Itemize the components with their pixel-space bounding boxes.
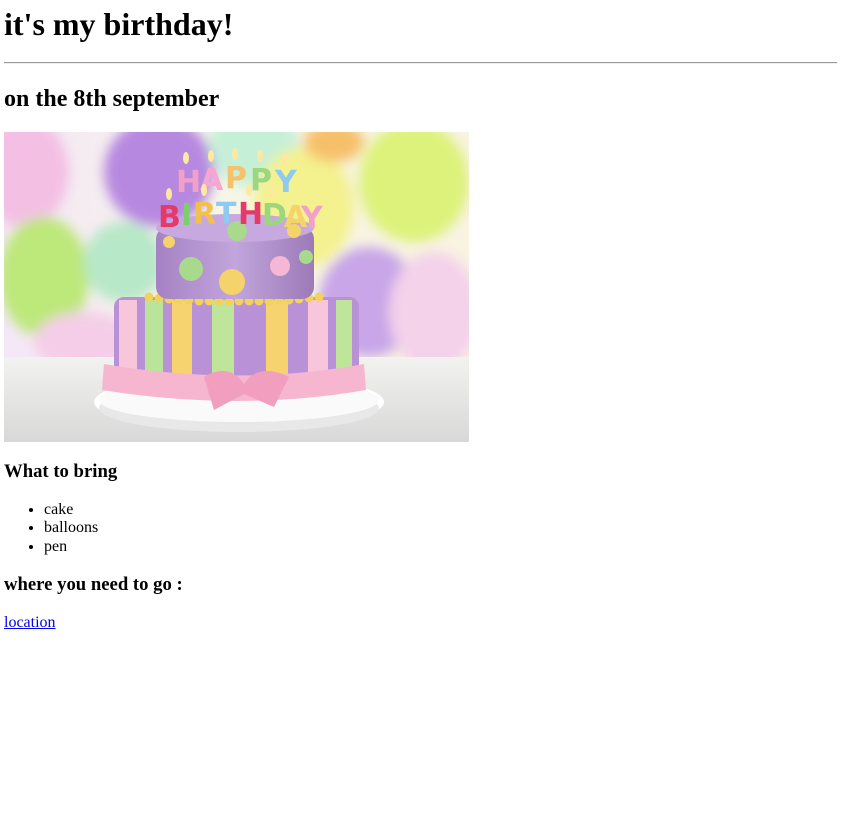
bring-list: cake balloons pen [4,501,98,556]
svg-text:I: I [181,198,192,233]
svg-text:P: P [250,163,272,198]
svg-text:H: H [176,165,201,200]
date-heading: on the 8th september [4,86,220,112]
svg-text:R: R [193,197,216,232]
svg-text:Y: Y [274,165,298,200]
svg-text:Y: Y [300,201,324,236]
where-heading: where you need to go : [4,574,183,595]
page-title: it's my birthday! [4,6,234,42]
horizontal-rule [4,62,837,64]
svg-text:B: B [158,200,181,235]
list-item: balloons [44,519,98,537]
list-item: pen [44,538,98,556]
svg-text:T: T [216,197,237,232]
list-item: cake [44,501,98,519]
svg-text:P: P [225,161,247,196]
location-link[interactable]: location [4,614,56,632]
what-to-bring-heading: What to bring [4,461,118,482]
birthday-cake-image: H A P P Y B I R T H D A Y [4,132,469,442]
svg-text:H: H [238,197,263,232]
